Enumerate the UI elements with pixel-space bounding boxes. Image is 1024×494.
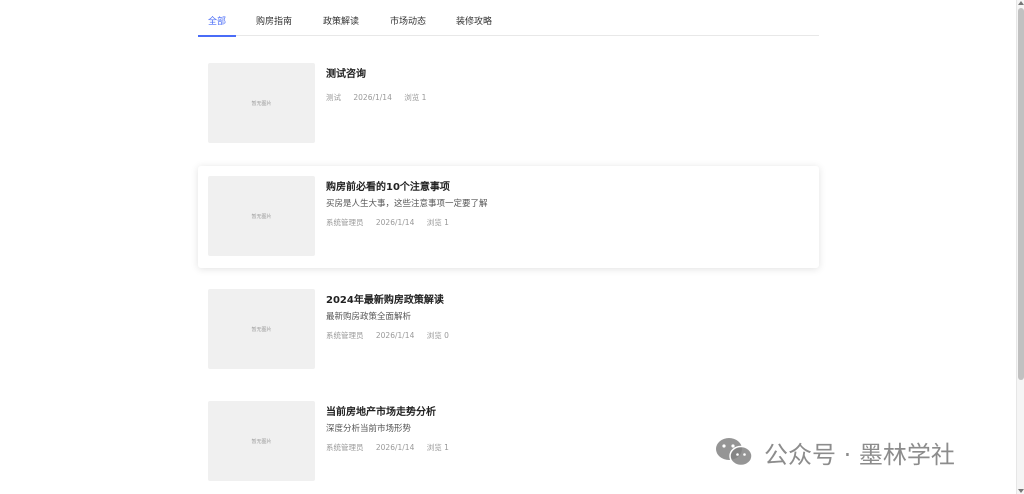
article-summary: 深度分析当前市场形势 bbox=[326, 424, 412, 434]
tab-market[interactable]: 市场动态 bbox=[384, 10, 432, 36]
placeholder-text: 暂无图片 bbox=[251, 438, 272, 445]
article-thumbnail: 暂无图片 bbox=[208, 289, 315, 369]
tab-all[interactable]: 全部 bbox=[198, 10, 236, 37]
scroll-up-icon[interactable] bbox=[1018, 1, 1024, 5]
article-views: 浏览 1 bbox=[426, 443, 449, 452]
article-thumbnail: 暂无图片 bbox=[208, 176, 315, 256]
watermark-text: 公众号 · 墨林学社 bbox=[764, 440, 955, 469]
placeholder-text: 暂无图片 bbox=[251, 100, 272, 107]
vertical-scrollbar[interactable] bbox=[1016, 0, 1024, 494]
wechat-icon bbox=[716, 438, 753, 467]
tab-decoration[interactable]: 装修攻略 bbox=[450, 10, 498, 36]
article-author: 系统管理员 bbox=[326, 331, 364, 340]
page: 全部 购房指南 政策解读 市场动态 装修攻略 暂无图片 测试咨询 测试 2026… bbox=[0, 0, 1016, 494]
article-date: 2026/1/14 bbox=[375, 331, 415, 340]
article-card[interactable]: 暂无图片 测试咨询 测试 2026/1/14 浏览 1 bbox=[198, 53, 819, 155]
article-summary: 买房是人生大事，这些注意事项一定要了解 bbox=[326, 199, 488, 209]
article-date: 2026/1/14 bbox=[353, 93, 392, 102]
category-tabs: 全部 购房指南 政策解读 市场动态 装修攻略 bbox=[198, 10, 819, 37]
article-meta: 系统管理员 2026/1/14 浏览 1 bbox=[326, 217, 459, 228]
article-card[interactable]: 暂无图片 2024年最新购房政策解读 最新购房政策全面解析 系统管理员 2026… bbox=[198, 279, 819, 381]
tab-policy[interactable]: 政策解读 bbox=[317, 10, 365, 36]
article-meta: 系统管理员 2026/1/14 浏览 0 bbox=[326, 330, 459, 341]
article-thumbnail: 暂无图片 bbox=[208, 401, 315, 481]
article-author: 系统管理员 bbox=[326, 443, 364, 452]
article-author: 系统管理员 bbox=[326, 218, 364, 227]
article-author: 测试 bbox=[326, 93, 341, 102]
article-views: 浏览 0 bbox=[426, 331, 449, 340]
placeholder-text: 暂无图片 bbox=[251, 326, 272, 333]
article-title[interactable]: 购房前必看的10个注意事项 bbox=[326, 178, 450, 193]
article-summary: 最新购房政策全面解析 bbox=[326, 312, 412, 322]
tab-buying-guide[interactable]: 购房指南 bbox=[250, 10, 298, 36]
article-meta: 系统管理员 2026/1/14 浏览 1 bbox=[326, 442, 459, 453]
placeholder-text: 暂无图片 bbox=[251, 213, 272, 220]
article-date: 2026/1/14 bbox=[375, 443, 415, 452]
article-views: 浏览 1 bbox=[404, 93, 427, 102]
watermark: 公众号 · 墨林学社 bbox=[714, 434, 955, 470]
article-meta: 测试 2026/1/14 浏览 1 bbox=[326, 92, 436, 103]
article-date: 2026/1/14 bbox=[375, 218, 415, 227]
article-title[interactable]: 测试咨询 bbox=[326, 65, 366, 80]
article-thumbnail: 暂无图片 bbox=[208, 63, 315, 143]
scrollbar-thumb[interactable] bbox=[1018, 8, 1024, 380]
article-title[interactable]: 2024年最新购房政策解读 bbox=[326, 291, 444, 306]
article-views: 浏览 1 bbox=[426, 218, 449, 227]
article-card[interactable]: 暂无图片 购房前必看的10个注意事项 买房是人生大事，这些注意事项一定要了解 系… bbox=[198, 166, 819, 268]
scroll-down-icon[interactable] bbox=[1018, 489, 1024, 493]
article-title[interactable]: 当前房地产市场走势分析 bbox=[326, 403, 436, 418]
